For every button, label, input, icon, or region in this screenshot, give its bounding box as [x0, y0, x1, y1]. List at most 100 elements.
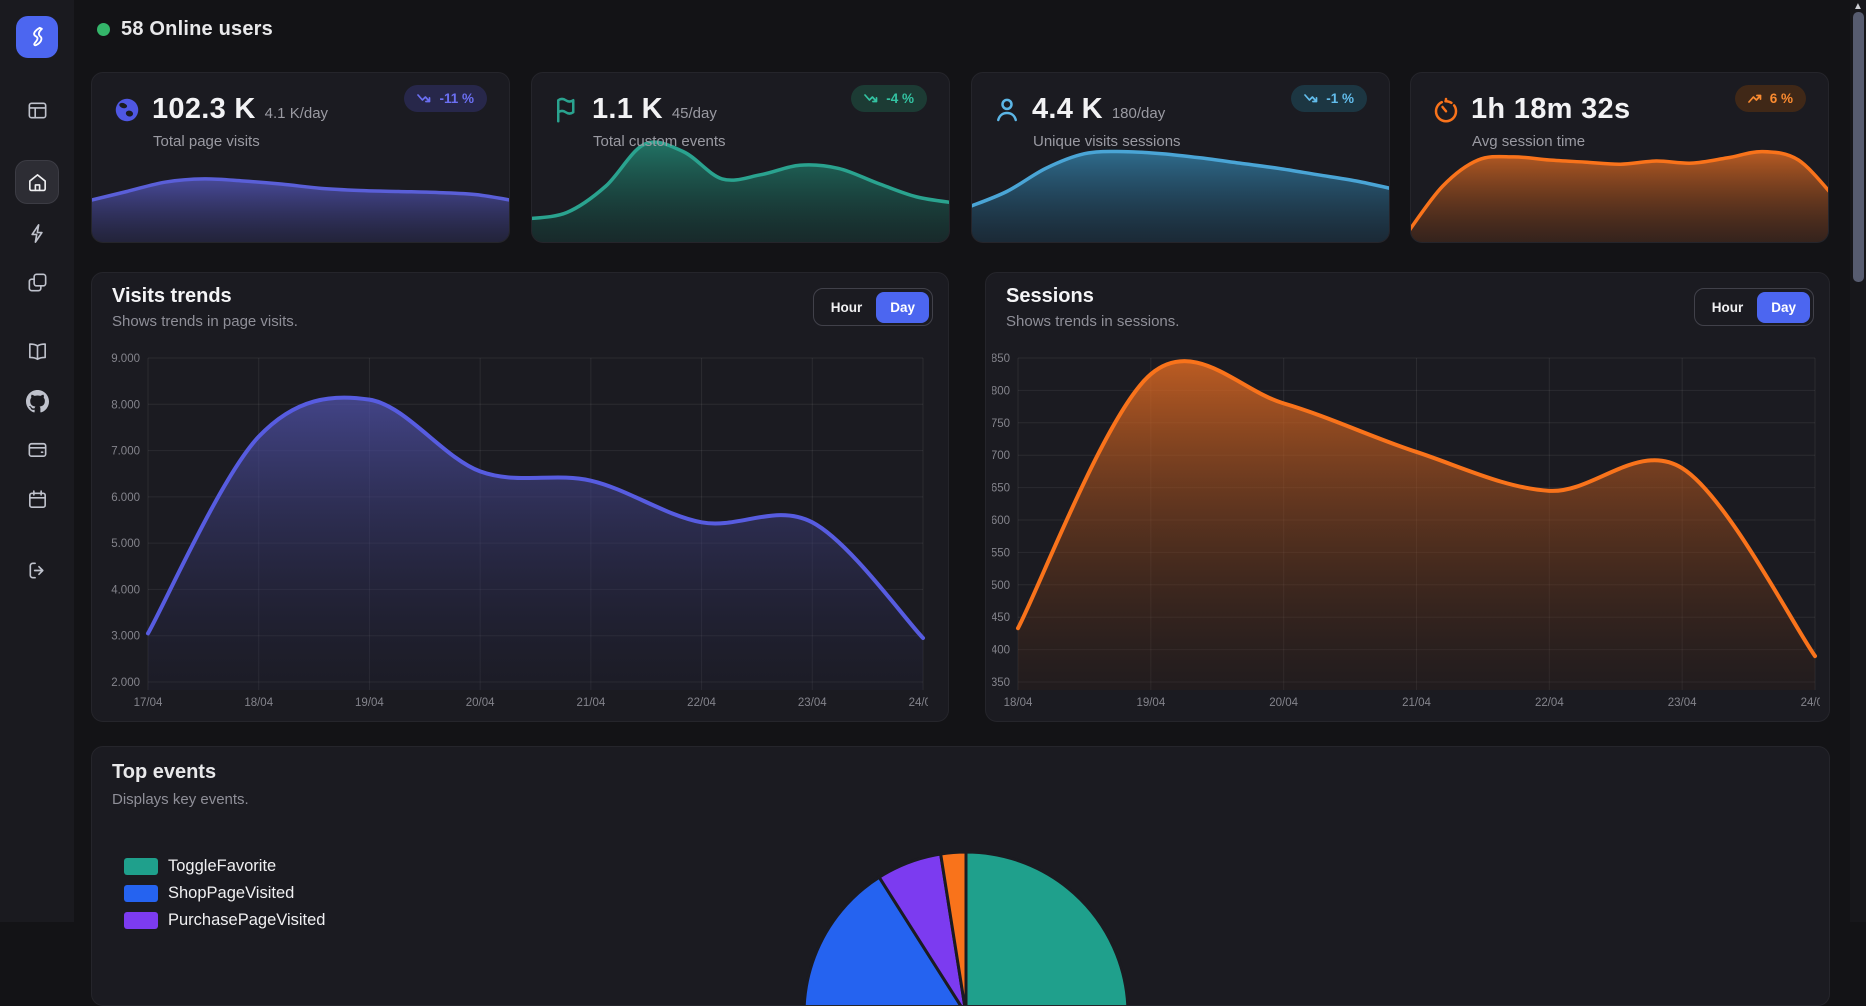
svg-text:17/04: 17/04 — [134, 697, 163, 709]
visits-trends-panel: Visits trends Shows trends in page visit… — [91, 272, 949, 722]
stat-rate: 4.1 K/day — [265, 105, 328, 122]
stat-label: Total page visits — [153, 133, 260, 150]
svg-text:19/04: 19/04 — [355, 697, 384, 709]
panel-title: Visits trends — [112, 285, 232, 308]
hour-toggle-button[interactable]: Hour — [1698, 292, 1758, 323]
svg-text:350: 350 — [992, 677, 1010, 689]
legend-swatch — [124, 885, 158, 902]
stat-label: Avg session time — [1472, 133, 1585, 150]
svg-text:750: 750 — [992, 418, 1010, 430]
stat-card-session-time: 1h 18m 32s Avg session time 6 % — [1410, 72, 1829, 243]
sidebar-item-wallet[interactable] — [15, 427, 59, 471]
svg-text:500: 500 — [992, 580, 1010, 592]
svg-text:700: 700 — [992, 450, 1010, 462]
sidebar-item-docs[interactable] — [15, 329, 59, 373]
day-toggle-button[interactable]: Day — [1757, 292, 1810, 323]
svg-text:21/04: 21/04 — [576, 697, 605, 709]
stat-value: 1.1 K — [592, 93, 663, 126]
trend-badge: -1 % — [1291, 85, 1367, 112]
panel-title: Sessions — [1006, 285, 1094, 308]
legend-item-togglefavorite[interactable]: ToggleFavorite — [124, 857, 325, 876]
legend-item-shoppagevisited[interactable]: ShopPageVisited — [124, 884, 325, 903]
stat-label: Unique visits sessions — [1033, 133, 1181, 150]
sessions-chart: 85080075070065060055050045040035018/0419… — [992, 347, 1820, 713]
panel-subtitle: Shows trends in sessions. — [1006, 313, 1179, 330]
sidebar-item-logout[interactable] — [15, 548, 59, 592]
trend-up-icon — [1748, 92, 1763, 105]
stat-card-unique-sessions: 4.4 K 180/day Unique visits sessions -1 … — [971, 72, 1390, 243]
svg-text:2.000: 2.000 — [111, 677, 140, 689]
sidebar-item-events[interactable] — [15, 211, 59, 255]
svg-text:20/04: 20/04 — [1269, 697, 1298, 709]
legend-swatch — [124, 912, 158, 929]
sidebar-item-home[interactable] — [15, 160, 59, 204]
stat-value: 4.4 K — [1032, 93, 1103, 126]
timer-icon — [1431, 95, 1461, 125]
online-users-label: 58 Online users — [121, 18, 273, 41]
svg-text:18/04: 18/04 — [244, 697, 273, 709]
online-status-dot — [97, 23, 110, 36]
hour-toggle-button[interactable]: Hour — [817, 292, 877, 323]
svg-text:550: 550 — [992, 547, 1010, 559]
trend-badge: -11 % — [404, 85, 487, 112]
scrollbar-thumb[interactable] — [1853, 12, 1864, 282]
svg-text:650: 650 — [992, 483, 1010, 495]
svg-text:23/04: 23/04 — [1668, 697, 1697, 709]
scrollbar[interactable]: ▲ — [1850, 0, 1866, 922]
person-icon — [992, 95, 1022, 125]
panel-subtitle: Shows trends in page visits. — [112, 313, 298, 330]
svg-text:19/04: 19/04 — [1136, 697, 1165, 709]
visits-trends-chart: 9.000 8.000 7.000 6.000 5.000 4.000 3.000 2.000… — [98, 347, 928, 713]
svg-text:24/04: 24/04 — [1801, 697, 1820, 709]
svg-text:4.000: 4.000 — [111, 584, 140, 596]
svg-text:6.000: 6.000 — [111, 492, 140, 504]
svg-text:450: 450 — [992, 612, 1010, 624]
visits-interval-toggle: Hour Day — [813, 288, 933, 326]
trend-badge: 6 % — [1735, 85, 1806, 112]
svg-text:3.000: 3.000 — [111, 631, 140, 643]
svg-text:400: 400 — [992, 645, 1010, 657]
trend-down-icon — [864, 92, 879, 105]
legend-item-purchasepagevisited[interactable]: PurchasePageVisited — [124, 911, 325, 930]
svg-text:21/04: 21/04 — [1402, 697, 1431, 709]
trend-badge: -4 % — [851, 85, 927, 112]
svg-text:22/04: 22/04 — [1535, 697, 1564, 709]
svg-text:5.000: 5.000 — [111, 538, 140, 550]
day-toggle-button[interactable]: Day — [876, 292, 929, 323]
top-events-panel: Top events Displays key events. ToggleFa… — [91, 746, 1830, 1006]
app-logo-icon[interactable] — [16, 16, 58, 58]
svg-text:24/04: 24/04 — [909, 697, 928, 709]
legend-swatch — [124, 858, 158, 875]
svg-text:9.000: 9.000 — [111, 353, 140, 365]
sessions-panel: Sessions Shows trends in sessions. Hour … — [985, 272, 1830, 722]
stat-rate: 45/day — [672, 105, 717, 122]
svg-text:600: 600 — [992, 515, 1010, 527]
svg-text:22/04: 22/04 — [687, 697, 716, 709]
scroll-up-icon[interactable]: ▲ — [1850, 1, 1866, 12]
panel-subtitle: Displays key events. — [112, 791, 249, 808]
top-events-pie-chart — [766, 844, 1166, 1006]
online-users-status: 58 Online users — [97, 18, 273, 41]
svg-text:18/04: 18/04 — [1004, 697, 1033, 709]
sidebar-item-dashboard[interactable] — [15, 88, 59, 132]
trend-down-icon — [1304, 92, 1319, 105]
stat-value: 1h 18m 32s — [1471, 93, 1630, 126]
stat-value: 102.3 K — [152, 93, 256, 126]
svg-text:20/04: 20/04 — [466, 697, 495, 709]
stat-rate: 180/day — [1112, 105, 1165, 122]
sidebar-item-calendar[interactable] — [15, 477, 59, 521]
stat-card-custom-events: 1.1 K 45/day Total custom events -4 % — [531, 72, 950, 243]
trend-down-icon — [417, 92, 432, 105]
sidebar-item-pages[interactable] — [15, 260, 59, 304]
stat-label: Total custom events — [593, 133, 726, 150]
sidebar-item-github[interactable] — [15, 379, 59, 423]
svg-text:7.000: 7.000 — [111, 446, 140, 458]
stat-card-page-visits: 102.3 K 4.1 K/day Total page visits -11 … — [91, 72, 510, 243]
sidebar — [0, 0, 74, 922]
svg-text:800: 800 — [992, 385, 1010, 397]
flag-icon — [552, 95, 582, 125]
globe-icon — [112, 95, 142, 125]
sessions-interval-toggle: Hour Day — [1694, 288, 1814, 326]
svg-text:8.000: 8.000 — [111, 399, 140, 411]
svg-text:23/04: 23/04 — [798, 697, 827, 709]
